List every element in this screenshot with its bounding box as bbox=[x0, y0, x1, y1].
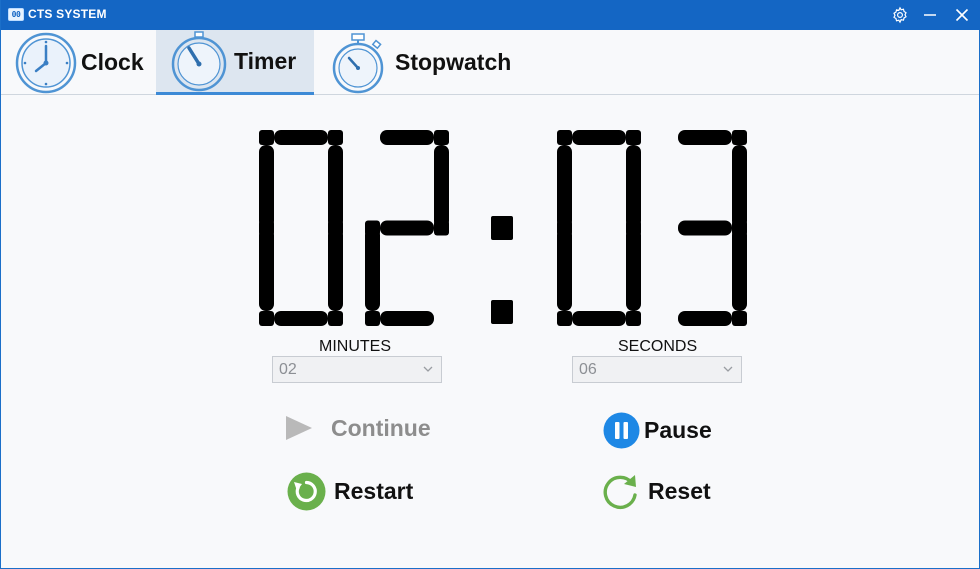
minutes-select-value: 02 bbox=[279, 360, 297, 378]
pause-button[interactable]: Pause bbox=[603, 412, 712, 449]
pause-label: Pause bbox=[644, 417, 712, 443]
settings-icon bbox=[893, 6, 907, 24]
seconds-select-value: 06 bbox=[579, 360, 597, 378]
minimize-button[interactable] bbox=[915, 0, 945, 30]
restart-label: Restart bbox=[334, 478, 414, 504]
tab-clock[interactable]: Clock bbox=[15, 30, 144, 95]
display-minutes-ones-digit bbox=[365, 130, 449, 326]
minutes-select[interactable]: 02 bbox=[272, 356, 442, 383]
tab-timer-label: Timer bbox=[234, 47, 297, 74]
display-separator-colon bbox=[491, 216, 513, 324]
restart-icon bbox=[287, 472, 326, 511]
reset-icon bbox=[603, 475, 637, 509]
reset-button[interactable]: Reset bbox=[602, 472, 711, 510]
reset-label: Reset bbox=[648, 477, 711, 504]
seconds-select[interactable]: 06 bbox=[572, 356, 742, 383]
play-icon bbox=[286, 416, 312, 440]
chevron-down-icon bbox=[423, 366, 433, 372]
chevron-down-icon bbox=[723, 366, 733, 372]
display-seconds-ones-digit bbox=[678, 130, 747, 326]
title-bar: 00 CTS SYSTEM bbox=[1, 0, 980, 30]
tab-clock-label: Clock bbox=[81, 49, 144, 75]
tab-bar: Clock Timer Stopwatch bbox=[1, 30, 979, 95]
app-logo-icon: 00 bbox=[8, 8, 24, 21]
tab-timer[interactable]: Timer bbox=[156, 30, 314, 95]
settings-button[interactable] bbox=[885, 0, 915, 30]
clock-icon bbox=[15, 32, 77, 94]
display-minutes-tens-digit bbox=[259, 130, 343, 326]
restart-button[interactable]: Restart bbox=[287, 472, 413, 511]
app-window: 00 CTS SYSTEM Clock Timer Stopwatch MINU… bbox=[0, 0, 980, 569]
seconds-label: SECONDS bbox=[618, 338, 698, 355]
timer-display bbox=[259, 128, 749, 328]
pause-icon bbox=[603, 412, 640, 449]
minimize-icon bbox=[924, 14, 936, 16]
window-title: CTS SYSTEM bbox=[28, 7, 107, 21]
stopwatch-icon bbox=[329, 32, 391, 94]
continue-button[interactable]: Continue bbox=[283, 412, 431, 444]
minutes-label: MINUTES bbox=[319, 338, 391, 355]
tab-stopwatch[interactable]: Stopwatch bbox=[329, 30, 511, 95]
timer-icon bbox=[168, 30, 230, 92]
close-icon bbox=[955, 8, 969, 22]
continue-label: Continue bbox=[331, 414, 431, 441]
close-button[interactable] bbox=[947, 0, 977, 30]
app-logo-text: 00 bbox=[11, 10, 21, 19]
display-seconds-tens-digit bbox=[557, 130, 641, 326]
tab-stopwatch-label: Stopwatch bbox=[395, 49, 512, 75]
